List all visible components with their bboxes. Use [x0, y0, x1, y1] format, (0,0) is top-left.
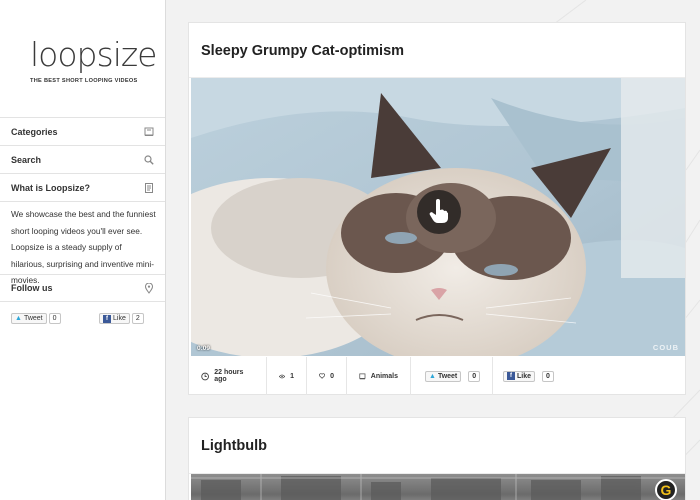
post-like-widget: f Like 0 — [493, 357, 573, 395]
clock-icon — [201, 372, 209, 380]
map-pin-icon — [143, 282, 155, 294]
sidebar: loopsize THE BEST SHORT LOOPING VIDEOS C… — [0, 0, 166, 500]
divider — [0, 201, 165, 202]
video-player[interactable]: G — [191, 474, 685, 500]
like-count: 0 — [330, 372, 334, 380]
post-title[interactable]: Lightbulb — [201, 438, 267, 454]
category-label: Animals — [370, 372, 398, 380]
tweet-label: Tweet — [23, 315, 43, 322]
gif-badge: G — [655, 479, 677, 500]
post-card: Sleepy Grumpy Cat-optimism 0:09 COUB 22 … — [188, 22, 686, 395]
sidebar-item-label: Follow us — [11, 283, 53, 293]
sidebar-item-follow-us[interactable]: Follow us — [0, 274, 165, 302]
hand-pointer-icon — [429, 199, 448, 223]
post-likes[interactable]: 0 — [307, 357, 347, 395]
time-ago: 22 hours ago — [214, 369, 244, 383]
post-card: Lightbulb G — [188, 417, 686, 500]
sidebar-like-widget: f Like 2 — [99, 313, 144, 324]
like-label: Like — [517, 372, 532, 380]
facebook-icon: f — [507, 372, 515, 380]
book-icon — [359, 372, 366, 379]
video-brand-watermark: COUB — [652, 343, 679, 352]
sidebar-tweet-widget: ▲ Tweet 0 — [11, 313, 61, 324]
post-meta-bar: 22 hours ago 1 0 Animals ▲ Tweet 0 f Like … — [189, 357, 685, 395]
tweet-button[interactable]: ▲ Tweet — [425, 370, 462, 382]
logo-text: loopsize — [30, 35, 157, 74]
sidebar-item-search[interactable]: Search — [0, 145, 165, 173]
facebook-icon: f — [103, 314, 111, 323]
view-count: 1 — [290, 372, 294, 380]
logo-wordmark: loopsize — [30, 36, 157, 74]
post-category[interactable]: Animals — [347, 357, 411, 395]
post-views: 1 — [267, 357, 307, 395]
tweet-count: 0 — [48, 313, 61, 324]
like-count: 0 — [542, 370, 554, 382]
heart-icon — [319, 373, 326, 379]
tweet-label: Tweet — [437, 372, 458, 380]
like-label: Like — [113, 315, 126, 322]
sidebar-item-categories[interactable]: Categories — [0, 117, 165, 145]
post-tweet-widget: ▲ Tweet 0 — [411, 357, 493, 395]
video-frame — [191, 474, 685, 500]
like-button[interactable]: f Like — [503, 370, 536, 382]
sidebar-item-label: What is Loopsize? — [11, 182, 91, 193]
post-title[interactable]: Sleepy Grumpy Cat-optimism — [201, 43, 404, 59]
book-icon — [143, 126, 155, 138]
sidebar-item-label: Categories — [11, 126, 58, 137]
eye-icon — [279, 374, 286, 378]
twitter-bird-icon: ▲ — [429, 372, 436, 380]
document-icon — [143, 182, 155, 194]
logo-tagline: THE BEST SHORT LOOPING VIDEOS — [30, 78, 138, 84]
sidebar-item-what-is-loopsize[interactable]: What is Loopsize? — [0, 173, 165, 201]
video-player[interactable]: 0:09 COUB — [191, 78, 685, 356]
post-time: 22 hours ago — [189, 357, 267, 395]
search-icon — [143, 154, 155, 166]
tweet-button[interactable]: ▲ Tweet — [11, 313, 47, 324]
sidebar-item-label: Search — [11, 154, 42, 165]
play-button[interactable] — [417, 190, 461, 234]
like-count: 2 — [131, 313, 144, 324]
tweet-count: 0 — [468, 370, 481, 382]
like-button[interactable]: f Like — [99, 313, 130, 324]
twitter-bird-icon: ▲ — [15, 315, 22, 322]
video-duration: 0:09 — [197, 345, 211, 352]
logo[interactable]: loopsize THE BEST SHORT LOOPING VIDEOS — [30, 36, 157, 85]
